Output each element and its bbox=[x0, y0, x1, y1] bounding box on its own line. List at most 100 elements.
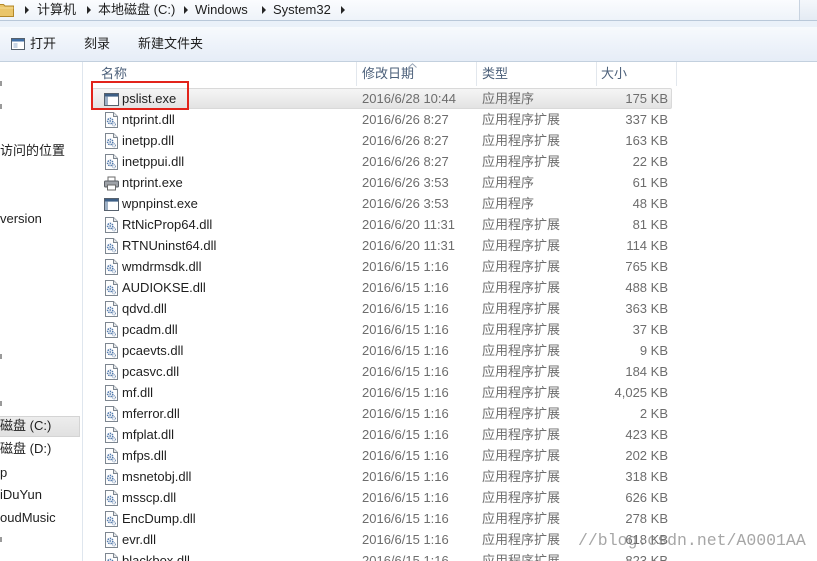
file-size: 175 KB bbox=[625, 91, 668, 106]
column-divider[interactable] bbox=[596, 62, 597, 86]
dll-file-icon bbox=[103, 469, 119, 485]
file-row[interactable]: pcaevts.dll 2016/6/15 1:16 应用程序扩展 9 KB bbox=[84, 340, 817, 361]
chevron-right-icon[interactable] bbox=[87, 6, 91, 14]
column-divider[interactable] bbox=[476, 62, 477, 86]
chevron-right-icon[interactable] bbox=[341, 6, 345, 14]
file-size: 337 KB bbox=[625, 112, 668, 127]
file-type: 应用程序扩展 bbox=[482, 490, 561, 505]
burn-label: 刻录 bbox=[84, 36, 111, 51]
file-type: 应用程序扩展 bbox=[482, 511, 561, 526]
file-name: EncDump.dll bbox=[122, 511, 196, 526]
file-type: 应用程序扩展 bbox=[482, 343, 561, 358]
file-name: pcaevts.dll bbox=[122, 343, 184, 358]
command-bar: 打开 刻录 新建文件夹 bbox=[0, 27, 817, 62]
file-name: pcasvc.dll bbox=[122, 364, 180, 379]
burn-button[interactable]: 刻录 bbox=[81, 33, 113, 55]
file-row[interactable]: blackbox.dll 2016/6/15 1:16 应用程序扩展 823 KB bbox=[84, 550, 817, 561]
file-name: msscp.dll bbox=[122, 490, 177, 505]
file-row[interactable]: msnetobj.dll 2016/6/15 1:16 应用程序扩展 318 KB bbox=[84, 466, 817, 487]
dll-file-icon bbox=[103, 217, 119, 233]
file-row[interactable]: RtNicProp64.dll 2016/6/20 11:31 应用程序扩展 81 K… bbox=[84, 214, 817, 235]
watermark: //blog.csdn.net/A0001AA bbox=[578, 531, 806, 550]
column-header-name[interactable]: 名称 bbox=[101, 66, 127, 82]
file-row[interactable]: pcadm.dll 2016/6/15 1:16 应用程序扩展 37 KB bbox=[84, 319, 817, 340]
address-bar[interactable]: 计算机 本地磁盘 (C:) Windows System32 bbox=[0, 0, 817, 21]
file-size: 202 KB bbox=[625, 448, 668, 463]
open-label: 打开 bbox=[30, 36, 57, 51]
nav-tree-fragment bbox=[0, 104, 2, 109]
nav-item-version[interactable]: version bbox=[0, 211, 42, 227]
file-row[interactable]: mfplat.dll 2016/6/15 1:16 应用程序扩展 423 KB bbox=[84, 424, 817, 445]
column-header-date[interactable]: 修改日期 bbox=[362, 66, 414, 82]
file-row[interactable]: pcasvc.dll 2016/6/15 1:16 应用程序扩展 184 KB bbox=[84, 361, 817, 382]
nav-item-drive-c[interactable]: 磁盘 (C:) bbox=[0, 418, 51, 434]
file-size: 765 KB bbox=[625, 259, 668, 274]
navigation-pane[interactable]: 访问的位置 version 磁盘 (C:) 磁盘 (D:) p iDuYun o… bbox=[0, 62, 82, 561]
file-type: 应用程序扩展 bbox=[482, 406, 561, 421]
dll-file-icon bbox=[103, 490, 119, 506]
file-row[interactable]: qdvd.dll 2016/6/15 1:16 应用程序扩展 363 KB bbox=[84, 298, 817, 319]
file-row[interactable]: pslist.exe 2016/6/28 10:44 应用程序 175 KB bbox=[84, 88, 817, 109]
file-row[interactable]: EncDump.dll 2016/6/15 1:16 应用程序扩展 278 KB bbox=[84, 508, 817, 529]
nav-tree-fragment bbox=[0, 354, 2, 359]
column-divider[interactable] bbox=[356, 62, 357, 86]
new-folder-button[interactable]: 新建文件夹 bbox=[135, 33, 206, 55]
file-row[interactable]: AUDIOKSE.dll 2016/6/15 1:16 应用程序扩展 488 KB bbox=[84, 277, 817, 298]
chevron-right-icon[interactable] bbox=[262, 6, 266, 14]
file-name: inetppui.dll bbox=[122, 154, 185, 169]
file-date-modified: 2016/6/26 8:27 bbox=[362, 112, 449, 127]
open-button[interactable]: 打开 bbox=[8, 33, 59, 55]
breadcrumb-computer[interactable]: 计算机 bbox=[37, 2, 76, 18]
file-name: wpnpinst.exe bbox=[122, 196, 198, 211]
file-row[interactable]: ntprint.dll 2016/6/26 8:27 应用程序扩展 337 KB bbox=[84, 109, 817, 130]
nav-item-p[interactable]: p bbox=[0, 465, 7, 481]
dll-file-icon bbox=[103, 280, 119, 296]
dll-file-icon bbox=[103, 154, 119, 170]
file-type: 应用程序扩展 bbox=[482, 280, 561, 295]
file-size: 184 KB bbox=[625, 364, 668, 379]
pane-splitter[interactable] bbox=[82, 62, 83, 561]
breadcrumb-local-disk-c[interactable]: 本地磁盘 (C:) bbox=[98, 2, 175, 18]
column-divider[interactable] bbox=[676, 62, 677, 86]
dll-file-icon bbox=[103, 322, 119, 338]
file-row[interactable]: wmdrmsdk.dll 2016/6/15 1:16 应用程序扩展 765 KB bbox=[84, 256, 817, 277]
file-name: mfps.dll bbox=[122, 448, 167, 463]
nav-item-baiduyun[interactable]: iDuYun bbox=[0, 487, 42, 503]
dll-file-icon bbox=[103, 427, 119, 443]
file-date-modified: 2016/6/15 1:16 bbox=[362, 469, 449, 484]
dll-file-icon bbox=[103, 532, 119, 548]
dll-file-icon bbox=[103, 259, 119, 275]
file-date-modified: 2016/6/28 10:44 bbox=[362, 91, 456, 106]
file-list[interactable]: pslist.exe 2016/6/28 10:44 应用程序 175 KB ntpri… bbox=[84, 88, 817, 561]
nav-item-cloudmusic[interactable]: oudMusic bbox=[0, 510, 56, 526]
file-size: 81 KB bbox=[632, 217, 668, 232]
file-row[interactable]: mfps.dll 2016/6/15 1:16 应用程序扩展 202 KB bbox=[84, 445, 817, 466]
breadcrumb-windows[interactable]: Windows bbox=[195, 2, 248, 18]
nav-item-recent-places[interactable]: 访问的位置 bbox=[0, 143, 65, 159]
nav-tree-fragment bbox=[0, 401, 2, 406]
file-row[interactable]: wpnpinst.exe 2016/6/26 3:53 应用程序 48 KB bbox=[84, 193, 817, 214]
file-type: 应用程序扩展 bbox=[482, 469, 561, 484]
file-row[interactable]: ntprint.exe 2016/6/26 3:53 应用程序 61 KB bbox=[84, 172, 817, 193]
file-size: 9 KB bbox=[639, 343, 668, 358]
file-name: wmdrmsdk.dll bbox=[122, 259, 202, 274]
column-header-size[interactable]: 大小 bbox=[601, 66, 627, 82]
chevron-right-icon[interactable] bbox=[184, 6, 188, 14]
file-size: 363 KB bbox=[625, 301, 668, 316]
file-date-modified: 2016/6/15 1:16 bbox=[362, 343, 449, 358]
file-size: 823 KB bbox=[625, 553, 668, 561]
file-row[interactable]: mf.dll 2016/6/15 1:16 应用程序扩展 4,025 KB bbox=[84, 382, 817, 403]
file-row[interactable]: RTNUninst64.dll 2016/6/20 11:31 应用程序扩展 114 … bbox=[84, 235, 817, 256]
file-name: mfplat.dll bbox=[122, 427, 175, 442]
chevron-right-icon[interactable] bbox=[25, 6, 29, 14]
breadcrumb-system32[interactable]: System32 bbox=[273, 2, 331, 18]
nav-item-drive-d[interactable]: 磁盘 (D:) bbox=[0, 441, 51, 457]
file-row[interactable]: inetpp.dll 2016/6/26 8:27 应用程序扩展 163 KB bbox=[84, 130, 817, 151]
file-row[interactable]: mferror.dll 2016/6/15 1:16 应用程序扩展 2 KB bbox=[84, 403, 817, 424]
file-name: blackbox.dll bbox=[122, 553, 190, 561]
file-row[interactable]: msscp.dll 2016/6/15 1:16 应用程序扩展 626 KB bbox=[84, 487, 817, 508]
dll-file-icon bbox=[103, 553, 119, 561]
column-header-type[interactable]: 类型 bbox=[482, 66, 508, 82]
file-row[interactable]: inetppui.dll 2016/6/26 8:27 应用程序扩展 22 KB bbox=[84, 151, 817, 172]
dll-file-icon bbox=[103, 511, 119, 527]
